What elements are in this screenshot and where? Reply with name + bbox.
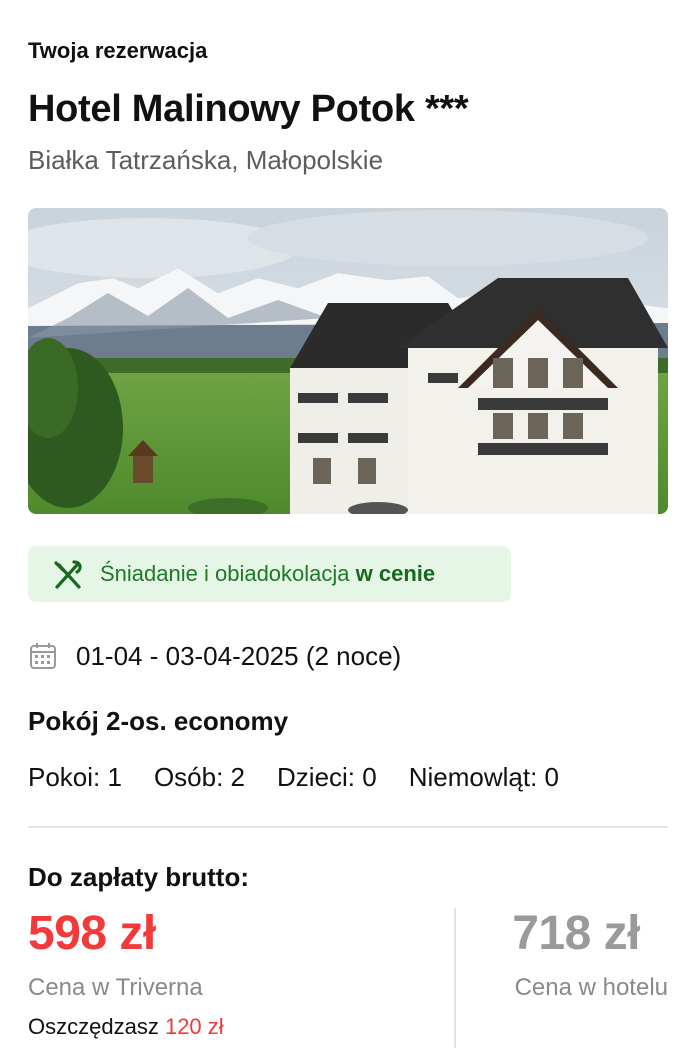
amount-due-label: Do zapłaty brutto: — [28, 862, 249, 892]
savings-amount: 120 zł — [164, 1014, 224, 1039]
hotel-name[interactable]: Hotel Malinowy Potok *** — [28, 88, 469, 131]
dates-text: 01-04 - 03-04-2025 (2 noce) — [76, 640, 402, 671]
meal-text: Śniadanie i obiadokolacja w cenie — [100, 561, 435, 587]
infants-count: Niemowląt: 0 — [408, 762, 559, 792]
utensils-icon — [50, 556, 86, 592]
guests-count: Osób: 2 — [153, 762, 246, 792]
meal-description: Śniadanie i obiadokolacja — [100, 561, 350, 586]
price-divider — [454, 908, 456, 1048]
children-count: Dzieci: 0 — [277, 762, 377, 792]
meal-badge: Śniadanie i obiadokolacja w cenie — [28, 546, 511, 602]
stay-dates: 01-04 - 03-04-2025 (2 noce) — [28, 636, 401, 676]
occupancy-summary: Pokoi: 1 Osób: 2 Dzieci: 0 Niemowląt: 0 — [28, 762, 559, 793]
section-kicker: Twoja rezerwacja — [28, 38, 208, 63]
meal-included-emphasis: w cenie — [355, 561, 436, 586]
hotel-photo[interactable] — [28, 208, 668, 514]
savings-text: Oszczędzasz 120 zł — [28, 1014, 224, 1040]
hotel-location: Białka Tatrzańska, Małopolskie — [28, 145, 384, 175]
hotel-price-label: Cena w hotelu — [514, 974, 668, 1001]
savings-prefix: Oszczędzasz — [28, 1014, 159, 1039]
triverna-price: 598 zł — [28, 907, 156, 960]
section-divider — [28, 826, 668, 828]
triverna-price-label: Cena w Triverna — [28, 974, 203, 1001]
rooms-count: Pokoi: 1 — [28, 762, 122, 792]
room-name: Pokój 2-os. economy — [28, 706, 289, 736]
hotel-price: 718 zł — [512, 907, 640, 960]
calendar-icon — [28, 641, 58, 671]
